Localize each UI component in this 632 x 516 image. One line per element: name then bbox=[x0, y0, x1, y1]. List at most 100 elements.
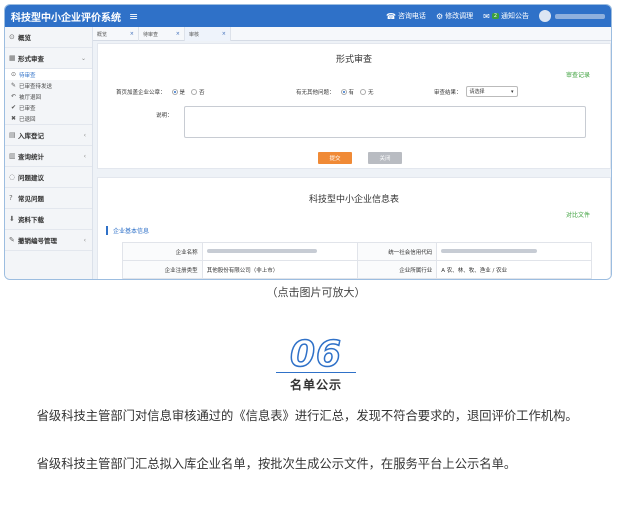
table-value: 其他股份有限公司（非上市） bbox=[201, 260, 358, 279]
q1-yes-radio[interactable] bbox=[171, 89, 178, 95]
q2-label: 有无其他问题： bbox=[296, 90, 335, 96]
chevron-left-icon: ‹ bbox=[83, 152, 86, 160]
q2-no-label: 无 bbox=[368, 90, 374, 96]
table-row: 企业注册类型 其他股份有限公司（非上市） 企业所属行业 A 农、林、牧、渔业 /… bbox=[122, 260, 592, 279]
q1-label: 首页加盖企业公章： bbox=[116, 90, 166, 96]
q2-yes-radio[interactable] bbox=[340, 89, 347, 95]
chevron-down-icon: ▾ bbox=[511, 88, 514, 95]
sidebar-sub-label: 被厅退回 bbox=[19, 94, 42, 101]
table-value: A 农、林、牧、渔业 / 农业 bbox=[436, 260, 592, 279]
sidebar-sub-label: 待审查 bbox=[19, 72, 36, 79]
chevron-down-icon: ⌄ bbox=[80, 54, 86, 62]
revoke-icon: ✎ bbox=[9, 236, 15, 244]
review-panel: 形式审查 审查记录 首页加盖企业公章： 是 否 有无其他问题： 有 无 审查结果… bbox=[97, 43, 611, 169]
q1-yes-label: 是 bbox=[179, 90, 186, 96]
sidebar-item-label: 资料下载 bbox=[18, 216, 44, 224]
sidebar-item-form-review[interactable]: ▦ 形式审查 ⌄ bbox=[5, 48, 92, 69]
tab-label: 待审查 bbox=[143, 31, 159, 38]
review-title: 形式审查 bbox=[335, 55, 372, 65]
step-underline bbox=[276, 372, 356, 373]
sidebar-item-registration[interactable]: ▤ 入库登记 ‹ bbox=[5, 125, 92, 146]
settings-link[interactable]: ⚙ 修改调理 bbox=[436, 11, 473, 21]
tab-overview[interactable]: 概览 × bbox=[93, 27, 139, 41]
close-icon[interactable]: × bbox=[130, 31, 134, 37]
grid-icon: ▦ bbox=[9, 54, 16, 62]
review-record-link[interactable]: 审查记录 bbox=[566, 70, 590, 79]
sidebar-sub-label: 已审查 bbox=[19, 105, 36, 112]
sidebar-item-revoke-number[interactable]: ✎ 撤销编号管理 ‹ bbox=[5, 230, 92, 251]
close-icon: ✖ bbox=[11, 115, 17, 122]
paragraph-2: 省级科技主管部门汇总拟入库企业名单，按批次生成公示文件，在服务平台上公示名单。 bbox=[36, 457, 517, 471]
settings-label: 修改调理 bbox=[445, 12, 474, 20]
sidebar: ⊙ 概览 ▦ 形式审查 ⌄ ⊙ 待审查 ✎ 已审查待发送 ↶ 被厅退回 ✔ 已审… bbox=[5, 27, 93, 279]
sidebar-item-label: 撤销编号管理 bbox=[18, 237, 57, 245]
q1-row: 首页加盖企业公章： 是 否 bbox=[116, 88, 205, 96]
table-row: 企业名称 统一社会信用代码 bbox=[122, 242, 592, 261]
tab-review[interactable]: 审核 × bbox=[185, 27, 231, 41]
main-content: 形式审查 审查记录 首页加盖企业公章： 是 否 有无其他问题： 有 无 审查结果… bbox=[97, 43, 611, 279]
edit-icon: ✎ bbox=[11, 82, 17, 89]
question-icon: ? bbox=[9, 194, 13, 202]
remark-textarea[interactable] bbox=[184, 106, 586, 138]
compare-file-link[interactable]: 对比文件 bbox=[566, 210, 590, 219]
table-value-blurred bbox=[201, 242, 358, 261]
table-key: 统一社会信用代码 bbox=[356, 242, 438, 261]
chevron-left-icon: ‹ bbox=[83, 131, 86, 139]
notice-badge: 2 bbox=[491, 13, 499, 19]
sidebar-item-label: 形式审查 bbox=[18, 55, 44, 63]
phone-label: 咨询电话 bbox=[397, 12, 426, 20]
sidebar-item-faq[interactable]: ? 常见问题 bbox=[5, 188, 92, 209]
sidebar-sub-returned[interactable]: ✖ 已退回 bbox=[5, 113, 92, 125]
screenshot-frame: 科技型中小企业评价系统 ≡ ☎ 咨询电话 ⚙ 修改调理 ✉ 2 通知公告 ⊙ 概… bbox=[4, 4, 612, 280]
step-title: 名单公示 bbox=[289, 378, 342, 392]
register-icon: ▤ bbox=[9, 131, 16, 139]
image-caption: （点击图片可放大） bbox=[266, 286, 366, 299]
result-row: 审查结果： 请选择 ▾ bbox=[434, 86, 518, 97]
table-key: 企业所属行业 bbox=[356, 260, 438, 279]
sidebar-sub-label: 已审查待发送 bbox=[19, 83, 53, 90]
close-button[interactable]: 关闭 bbox=[368, 152, 402, 164]
q2-no-radio[interactable] bbox=[360, 89, 367, 95]
sidebar-item-suggestions[interactable]: ◌ 问题建议 bbox=[5, 167, 92, 188]
result-select-value: 请选择 bbox=[469, 89, 485, 95]
sidebar-sub-reviewed-unsent[interactable]: ✎ 已审查待发送 bbox=[5, 80, 92, 91]
avatar[interactable] bbox=[539, 10, 551, 22]
menu-toggle-icon[interactable]: ≡ bbox=[129, 10, 138, 23]
sidebar-sub-reviewed[interactable]: ✔ 已审查 bbox=[5, 102, 92, 113]
table-key: 企业名称 bbox=[122, 242, 203, 261]
table-key: 企业注册类型 bbox=[122, 260, 203, 279]
chart-icon: ▥ bbox=[9, 152, 16, 160]
sidebar-item-downloads[interactable]: ⬇ 资料下载 bbox=[5, 209, 92, 230]
info-table: 企业名称 统一社会信用代码 企业注册类型 其他股份有限公司（非上市） 企业所属行… bbox=[122, 242, 592, 279]
notice-link[interactable]: ✉ 2 通知公告 bbox=[483, 11, 529, 21]
step-number-wrap: 06 bbox=[0, 335, 632, 375]
phone-link[interactable]: ☎ 咨询电话 bbox=[386, 11, 426, 21]
pending-icon: ⊙ bbox=[11, 71, 17, 78]
info-panel: 科技型中小企业信息表 对比文件 企业基本信息 企业名称 统一社会信用代码 企业注… bbox=[97, 177, 611, 279]
q1-no-radio[interactable] bbox=[191, 89, 198, 95]
chevron-left-icon: ‹ bbox=[83, 236, 86, 244]
sidebar-sub-pending[interactable]: ⊙ 待审查 bbox=[5, 69, 92, 80]
download-icon: ⬇ bbox=[9, 215, 15, 223]
section-basic-info: 企业基本信息 bbox=[106, 226, 149, 235]
result-label: 审查结果： bbox=[434, 89, 462, 96]
submit-button[interactable]: 提交 bbox=[318, 152, 352, 164]
mail-icon: ✉ bbox=[483, 11, 490, 21]
undo-icon: ↶ bbox=[11, 93, 17, 100]
q2-yes-label: 有 bbox=[348, 90, 355, 96]
sidebar-sub-returned-by-dept[interactable]: ↶ 被厅退回 bbox=[5, 91, 92, 102]
remark-row: 说明： bbox=[156, 111, 173, 119]
close-icon[interactable]: × bbox=[222, 31, 226, 37]
tab-pending[interactable]: 待审查 × bbox=[139, 27, 185, 41]
close-icon[interactable]: × bbox=[176, 31, 180, 37]
sidebar-sub-label: 已退回 bbox=[19, 116, 36, 123]
phone-icon: ☎ bbox=[385, 11, 396, 21]
remark-label: 说明： bbox=[156, 113, 173, 119]
top-navbar: 科技型中小企业评价系统 ≡ ☎ 咨询电话 ⚙ 修改调理 ✉ 2 通知公告 bbox=[5, 5, 611, 27]
username-blurred[interactable] bbox=[555, 13, 605, 19]
info-title: 科技型中小企业信息表 bbox=[308, 195, 399, 205]
sidebar-item-statistics[interactable]: ▥ 查询统计 ‹ bbox=[5, 146, 92, 167]
paragraph-1: 省级科技主管部门对信息审核通过的《信息表》进行汇总，发现不符合要求的，退回评价工… bbox=[36, 409, 578, 423]
result-select[interactable]: 请选择 ▾ bbox=[465, 86, 518, 97]
sidebar-item-overview[interactable]: ⊙ 概览 bbox=[5, 27, 92, 48]
